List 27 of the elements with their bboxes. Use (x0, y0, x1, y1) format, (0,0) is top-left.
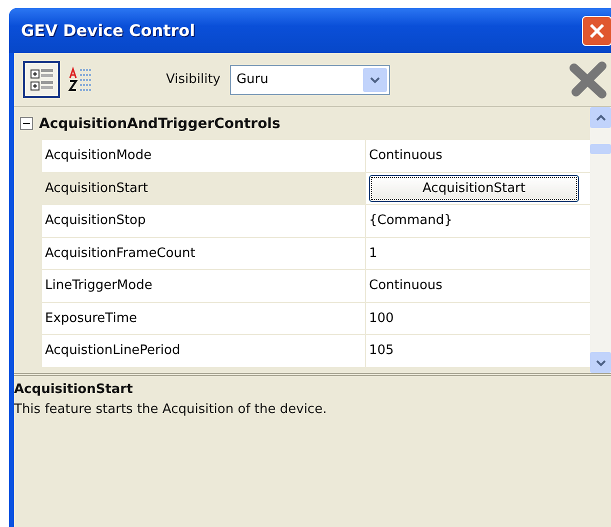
property-value[interactable]: Continuous (369, 278, 442, 294)
property-name[interactable]: AcquisitionFrameCount (42, 238, 366, 269)
scroll-down-icon[interactable] (590, 352, 611, 373)
property-name[interactable]: ExposureTime (42, 302, 366, 334)
property-value[interactable]: 1 (369, 246, 378, 261)
property-name[interactable]: LineTriggerMode (42, 270, 366, 302)
property-value[interactable]: {Command} (369, 213, 452, 228)
property-value[interactable]: 105 (369, 343, 394, 358)
property-value[interactable]: Continuous (369, 148, 442, 164)
description-title: AcquisitionStart (14, 382, 134, 397)
category-header[interactable]: AcquisitionAndTriggerControls (39, 116, 280, 132)
scrollbar[interactable] (590, 107, 611, 373)
collapse-icon[interactable] (20, 117, 33, 130)
close-icon[interactable] (588, 22, 606, 40)
property-value[interactable]: 100 (369, 310, 394, 326)
delete-icon[interactable] (568, 60, 608, 100)
property-name[interactable]: AcquistionLinePeriod (42, 335, 366, 366)
scroll-thumb[interactable] (590, 144, 611, 154)
scroll-up-icon[interactable] (590, 107, 611, 128)
visibility-dropdown[interactable]: Guru (230, 64, 390, 94)
visibility-label: Visibility (166, 72, 220, 87)
command-button[interactable]: AcquisitionStart (369, 174, 579, 202)
close-button[interactable] (582, 16, 611, 46)
window-title: GEV Device Control (21, 21, 196, 40)
property-name[interactable]: AcquisitionMode (42, 140, 366, 172)
description-text: This feature starts the Acquisition of the device. (14, 402, 328, 417)
property-name[interactable]: AcquisitionStop (42, 205, 366, 236)
